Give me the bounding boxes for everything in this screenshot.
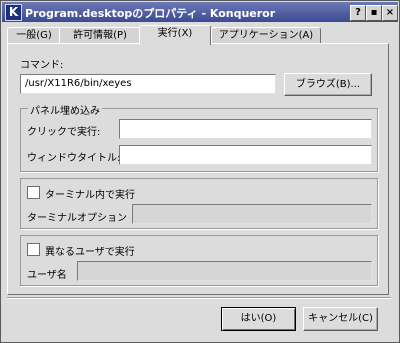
footer-separator: [7, 297, 391, 299]
terminal-checkbox[interactable]: [27, 186, 40, 199]
window-title-input[interactable]: [119, 145, 372, 165]
other-user-checkbox[interactable]: [27, 243, 40, 256]
properties-dialog: K Program.desktopのプロパティ - Konqueror ? ▪ …: [0, 0, 400, 343]
execute-panel: コマンド: /usr/X11R6/bin/xeyes ブラウズ(B)... パネ…: [7, 43, 389, 295]
help-button[interactable]: ?: [350, 5, 366, 21]
maximize-button[interactable]: ▪: [366, 5, 382, 21]
terminal-checkbox-label[interactable]: ターミナル内で実行: [45, 186, 135, 201]
panel-embed-group: パネル埋め込み クリックで実行: ウィンドウタイトル:: [20, 102, 378, 172]
tab-application[interactable]: アプリケーション(A): [211, 27, 321, 44]
title-bar[interactable]: K Program.desktopのプロパティ - Konqueror ? ▪ …: [2, 2, 398, 22]
username-input[interactable]: [77, 261, 372, 281]
tab-general[interactable]: 一般(G): [7, 27, 61, 44]
cancel-button[interactable]: キャンセル(C): [303, 307, 378, 331]
window-title-label: ウィンドウタイトル:: [27, 153, 121, 164]
terminal-options-input[interactable]: [132, 204, 372, 224]
other-user-checkbox-label[interactable]: 異なるユーザで実行: [45, 243, 135, 258]
command-input[interactable]: /usr/X11R6/bin/xeyes: [20, 74, 276, 94]
panel-embed-title: パネル埋め込み: [28, 102, 102, 117]
browse-button[interactable]: ブラウズ(B)...: [284, 73, 372, 96]
close-button[interactable]: ×: [382, 5, 398, 21]
ok-button[interactable]: はい(O): [221, 307, 296, 331]
username-label: ユーザ名: [27, 270, 67, 281]
window-title: Program.desktopのプロパティ - Konqueror: [25, 7, 276, 20]
command-label: コマンド:: [20, 60, 64, 71]
konqueror-app-icon[interactable]: K: [5, 4, 22, 21]
other-user-group: 異なるユーザで実行 ユーザ名: [20, 235, 378, 286]
terminal-group: ターミナル内で実行 ターミナルオプション: [20, 178, 378, 229]
terminal-options-label: ターミナルオプション: [27, 213, 127, 224]
click-exec-label: クリックで実行:: [27, 127, 101, 138]
tab-execute[interactable]: 実行(X): [139, 25, 211, 45]
tab-permissions[interactable]: 許可情報(P): [59, 27, 141, 44]
click-exec-input[interactable]: [119, 119, 372, 139]
